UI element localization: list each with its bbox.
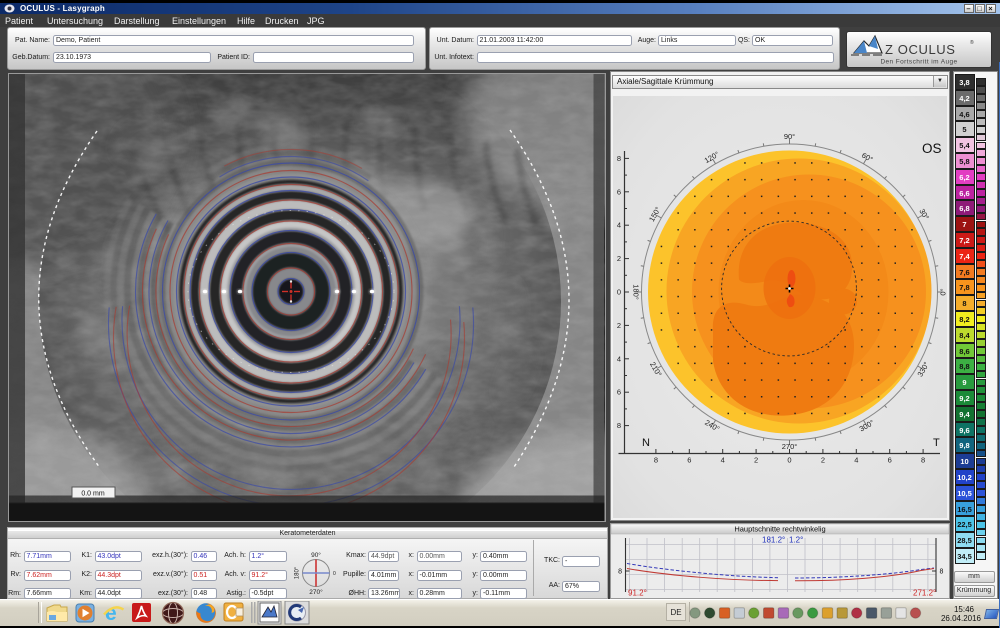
- svg-text:8: 8: [618, 569, 622, 576]
- svg-text:270°: 270°: [309, 588, 323, 596]
- svg-text:0°: 0°: [938, 288, 947, 295]
- svg-text:6: 6: [687, 455, 691, 464]
- svg-text:8: 8: [654, 455, 658, 464]
- svg-text:180°: 180°: [632, 284, 641, 300]
- svg-text:4: 4: [617, 220, 621, 229]
- svg-text:4: 4: [617, 354, 621, 363]
- svg-text:4: 4: [721, 455, 725, 464]
- svg-text:0: 0: [617, 287, 621, 296]
- svg-text:8: 8: [617, 153, 621, 162]
- svg-text:OS: OS: [922, 141, 942, 156]
- svg-text:8: 8: [617, 421, 621, 430]
- svg-text:T: T: [933, 437, 940, 449]
- svg-text:90°: 90°: [784, 131, 795, 140]
- svg-text:®: ®: [970, 39, 974, 46]
- svg-text:4: 4: [854, 455, 858, 464]
- svg-text:91.2°: 91.2°: [628, 589, 647, 598]
- svg-text:0: 0: [333, 571, 336, 577]
- svg-text:6: 6: [888, 455, 892, 464]
- svg-text:Hauptschnitte rechtwinkelig: Hauptschnitte rechtwinkelig: [734, 525, 825, 534]
- svg-text:e: e: [105, 602, 117, 625]
- svg-text:Z OCULUS: Z OCULUS: [885, 42, 956, 57]
- svg-text:90°: 90°: [311, 551, 321, 559]
- svg-text:8: 8: [940, 569, 944, 576]
- svg-text:271.2°: 271.2°: [913, 589, 936, 598]
- svg-text:181.2°: 181.2°: [762, 536, 785, 545]
- svg-text:8: 8: [921, 455, 925, 464]
- svg-text:N: N: [642, 437, 650, 449]
- svg-text:0: 0: [787, 455, 791, 464]
- svg-text:Den Fortschritt im Auge: Den Fortschritt im Auge: [880, 59, 957, 66]
- svg-text:6: 6: [617, 387, 621, 396]
- svg-text:2: 2: [754, 455, 758, 464]
- svg-text:180°: 180°: [295, 566, 301, 579]
- svg-text:2: 2: [617, 254, 621, 263]
- svg-text:2: 2: [617, 320, 621, 329]
- svg-text:2: 2: [821, 455, 825, 464]
- svg-text:1.2°: 1.2°: [789, 536, 803, 545]
- svg-text:6: 6: [617, 187, 621, 196]
- svg-text:0.0 mm: 0.0 mm: [81, 490, 105, 497]
